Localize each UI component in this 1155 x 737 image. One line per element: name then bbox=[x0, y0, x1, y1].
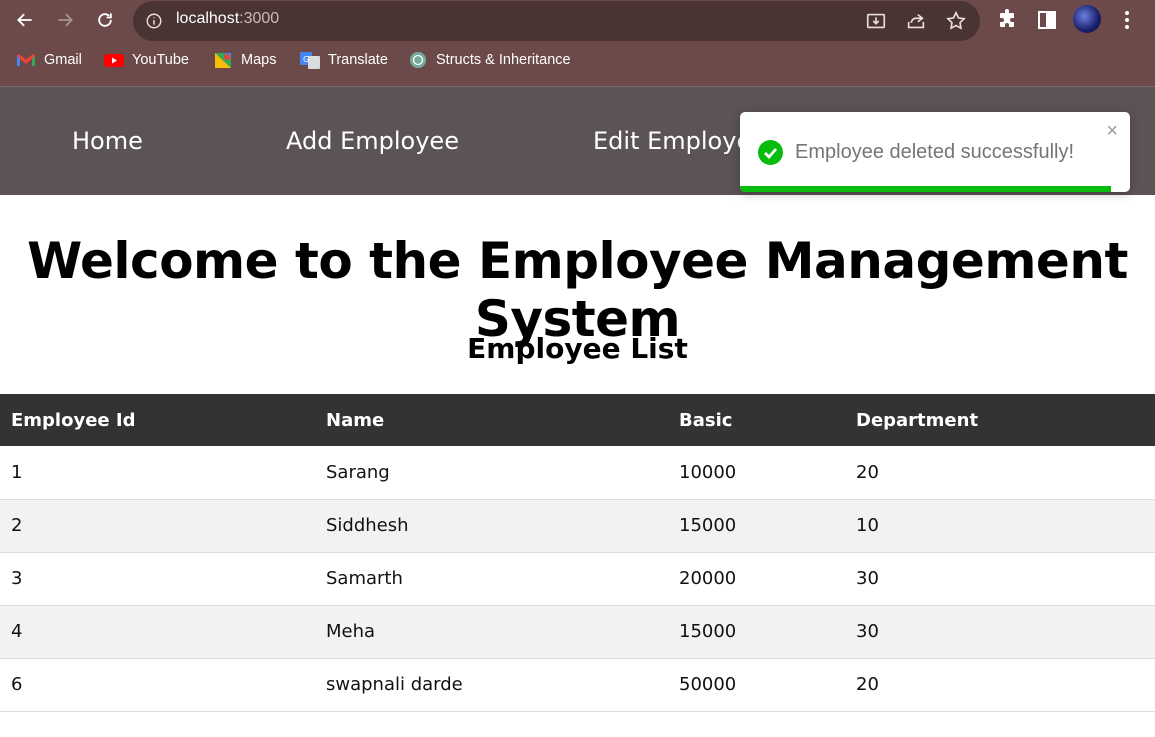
check-circle-icon bbox=[758, 140, 783, 165]
share-icon[interactable] bbox=[905, 10, 927, 32]
page-title: Welcome to the Employee Management Syste… bbox=[27, 232, 1128, 348]
bookmark-star-icon[interactable] bbox=[945, 10, 967, 32]
cell-department: 20 bbox=[845, 658, 1155, 712]
nav-home-link[interactable]: Home bbox=[72, 127, 143, 155]
column-header: Basic bbox=[668, 394, 845, 446]
arrow-left-icon bbox=[17, 13, 32, 27]
cell-employee-id: 6 bbox=[0, 658, 315, 712]
more-menu-icon[interactable] bbox=[1115, 8, 1139, 32]
table-row: 1 Sarang 10000 20 bbox=[0, 446, 1155, 500]
column-header: Employee Id bbox=[0, 394, 315, 446]
maps-icon bbox=[215, 53, 231, 68]
cell-department: 20 bbox=[845, 446, 1155, 500]
back-button[interactable] bbox=[12, 7, 38, 33]
cell-department: 10 bbox=[845, 499, 1155, 553]
bookmark-translate[interactable]: G Translate bbox=[300, 51, 388, 69]
success-toast[interactable]: Employee deleted successfully! × bbox=[740, 112, 1130, 192]
url-text: localhost:3000 bbox=[176, 10, 280, 27]
translate-icon: G bbox=[300, 52, 320, 69]
bookmark-youtube[interactable]: YouTube bbox=[104, 51, 189, 69]
reload-button[interactable] bbox=[92, 7, 118, 33]
cell-basic: 20000 bbox=[668, 552, 845, 606]
bookmark-structs[interactable]: Structs & Inheritance bbox=[408, 51, 571, 69]
info-icon bbox=[146, 13, 162, 29]
extensions-icon[interactable] bbox=[995, 8, 1019, 32]
cell-department: 30 bbox=[845, 605, 1155, 659]
bookmark-maps[interactable]: Maps bbox=[213, 51, 276, 69]
table-header-row: Employee Id Name Basic Department bbox=[0, 394, 1155, 446]
address-bar[interactable]: localhost:3000 bbox=[133, 1, 980, 41]
bookmark-gmail[interactable]: Gmail bbox=[16, 51, 82, 69]
cell-employee-id: 4 bbox=[0, 605, 315, 659]
reload-icon bbox=[98, 13, 112, 27]
profile-avatar[interactable] bbox=[1073, 5, 1101, 33]
toast-close-button[interactable]: × bbox=[1106, 120, 1118, 143]
nav-add-employee-link[interactable]: Add Employee bbox=[286, 127, 459, 155]
cell-name: swapnali darde bbox=[315, 658, 668, 712]
cell-basic: 10000 bbox=[668, 446, 845, 500]
table-row: 2 Siddhesh 15000 10 bbox=[0, 499, 1155, 553]
cell-basic: 15000 bbox=[668, 605, 845, 659]
column-header: Name bbox=[315, 394, 668, 446]
toast-progress-bar bbox=[740, 186, 1111, 192]
browser-toolbar: localhost:3000 bbox=[0, 0, 1155, 41]
cell-department: 30 bbox=[845, 552, 1155, 606]
table-row: 4 Meha 15000 30 bbox=[0, 605, 1155, 659]
forward-button[interactable] bbox=[52, 7, 78, 33]
arrow-right-icon bbox=[58, 13, 73, 27]
cell-basic: 15000 bbox=[668, 499, 845, 553]
cell-employee-id: 1 bbox=[0, 446, 315, 500]
table-row: 6 swapnali darde 50000 20 bbox=[0, 658, 1155, 712]
cell-employee-id: 3 bbox=[0, 552, 315, 606]
cell-name: Sarang bbox=[315, 446, 668, 500]
browser-chrome: localhost:3000 Gmail YouTube Maps G Tran… bbox=[0, 0, 1155, 86]
section-title: Employee List bbox=[467, 332, 688, 365]
svg-text:G: G bbox=[303, 55, 309, 64]
toast-message: Employee deleted successfully! bbox=[795, 141, 1075, 163]
bookmarks-bar: Gmail YouTube Maps G Translate Structs &… bbox=[0, 48, 1155, 78]
cell-employee-id: 2 bbox=[0, 499, 315, 553]
employee-table: Employee Id Name Basic Department 1 Sara… bbox=[0, 394, 1155, 712]
cell-name: Siddhesh bbox=[315, 499, 668, 553]
cell-basic: 50000 bbox=[668, 658, 845, 712]
column-header: Department bbox=[845, 394, 1155, 446]
table-row: 3 Samarth 20000 30 bbox=[0, 552, 1155, 606]
youtube-icon bbox=[104, 54, 124, 67]
gmail-icon bbox=[17, 54, 35, 66]
chatgpt-icon bbox=[409, 51, 427, 69]
install-app-icon[interactable] bbox=[865, 10, 887, 32]
cell-name: Samarth bbox=[315, 552, 668, 606]
cell-name: Meha bbox=[315, 605, 668, 659]
side-panel-icon[interactable] bbox=[1035, 8, 1059, 32]
